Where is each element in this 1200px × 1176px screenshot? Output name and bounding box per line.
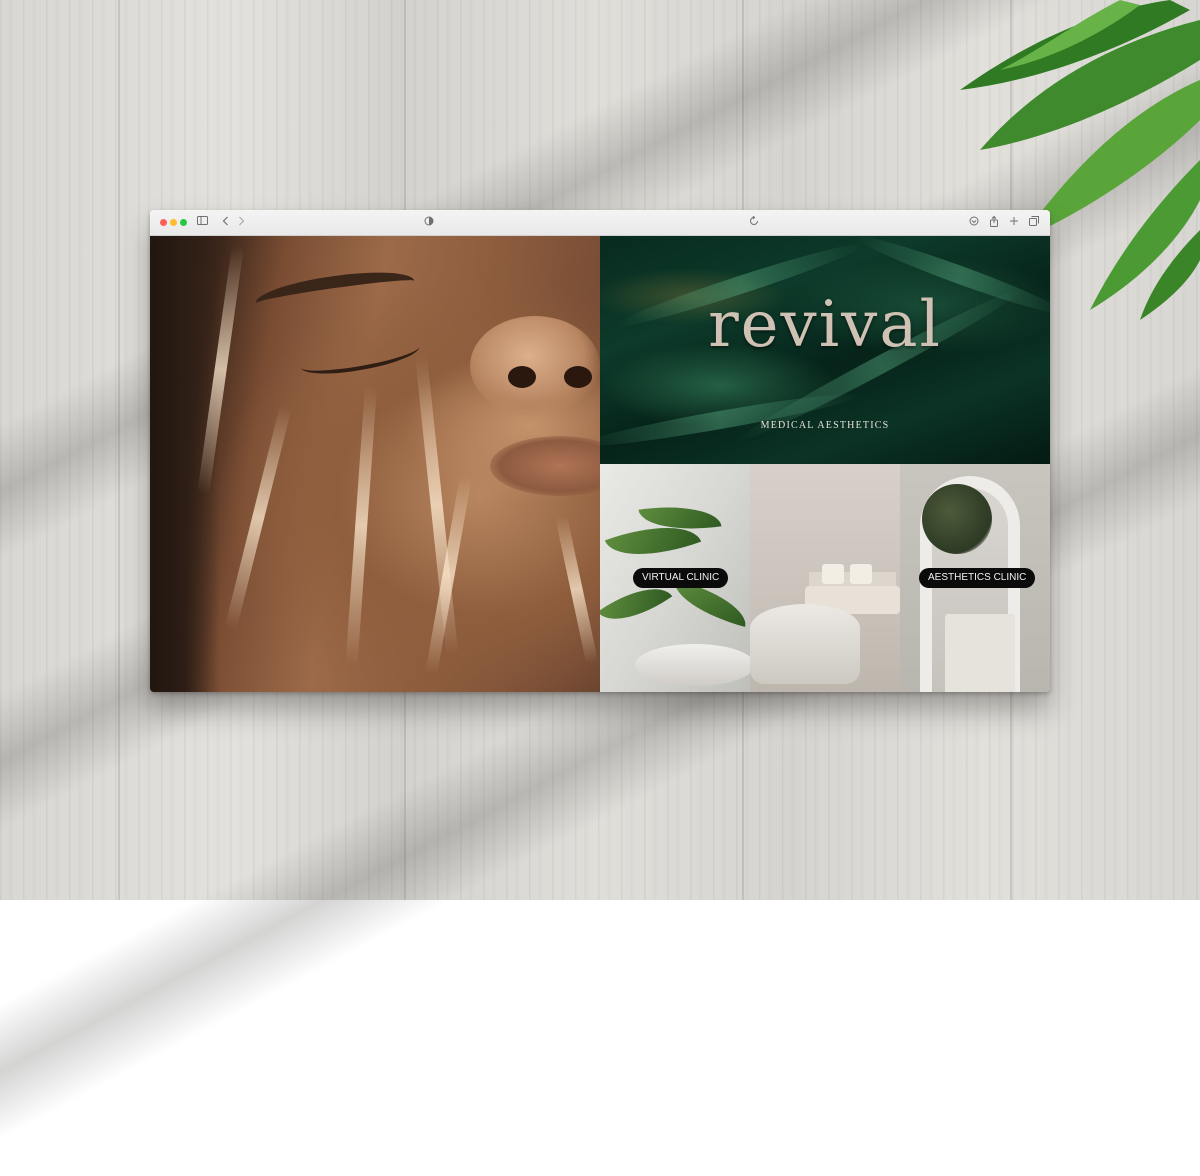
browser-toolbar: [150, 210, 1050, 236]
coffee-table: [750, 604, 860, 684]
reload-icon[interactable]: [748, 215, 760, 229]
pillow: [822, 564, 844, 584]
pedestal: [635, 644, 750, 686]
close-window-button[interactable]: [160, 219, 167, 226]
plus-icon[interactable]: [1008, 216, 1020, 229]
privacy-shield-icon[interactable]: [423, 216, 435, 229]
olive-tree: [922, 484, 992, 554]
nostril: [508, 366, 536, 388]
chevron-left-icon[interactable]: [220, 216, 230, 229]
aesthetics-clinic-button[interactable]: AESTHETICS CLINIC: [919, 568, 1036, 588]
nostril: [564, 366, 592, 388]
light-streak: [555, 514, 599, 664]
zoom-window-button[interactable]: [180, 219, 187, 226]
hero-face-photo: [150, 236, 600, 692]
chevron-right-icon[interactable]: [236, 216, 246, 229]
virtual-clinic-button[interactable]: VIRTUAL CLINIC: [633, 568, 729, 588]
planter: [945, 614, 1015, 692]
browser-window: revival MEDICAL AESTHETICS VIRTUAL CLINI…: [150, 210, 1050, 692]
tab-overview-icon[interactable]: [1028, 216, 1040, 229]
lips: [490, 436, 600, 496]
closed-eye: [298, 333, 422, 381]
brand-logo-text[interactable]: revival: [600, 288, 1050, 362]
brand-hero-banner: revival MEDICAL AESTHETICS: [600, 236, 1050, 464]
light-streak: [224, 404, 292, 631]
website-content: revival MEDICAL AESTHETICS VIRTUAL CLINI…: [150, 236, 1050, 692]
sidebar-icon[interactable]: [196, 216, 208, 229]
brand-tagline: MEDICAL AESTHETICS: [760, 420, 890, 431]
light-streak: [345, 385, 377, 666]
eyebrow: [253, 265, 417, 319]
download-icon[interactable]: [968, 216, 980, 229]
share-icon[interactable]: [988, 215, 1000, 229]
pillow: [850, 564, 872, 584]
minimize-window-button[interactable]: [170, 219, 177, 226]
lounge-interior-tile: [750, 464, 900, 692]
